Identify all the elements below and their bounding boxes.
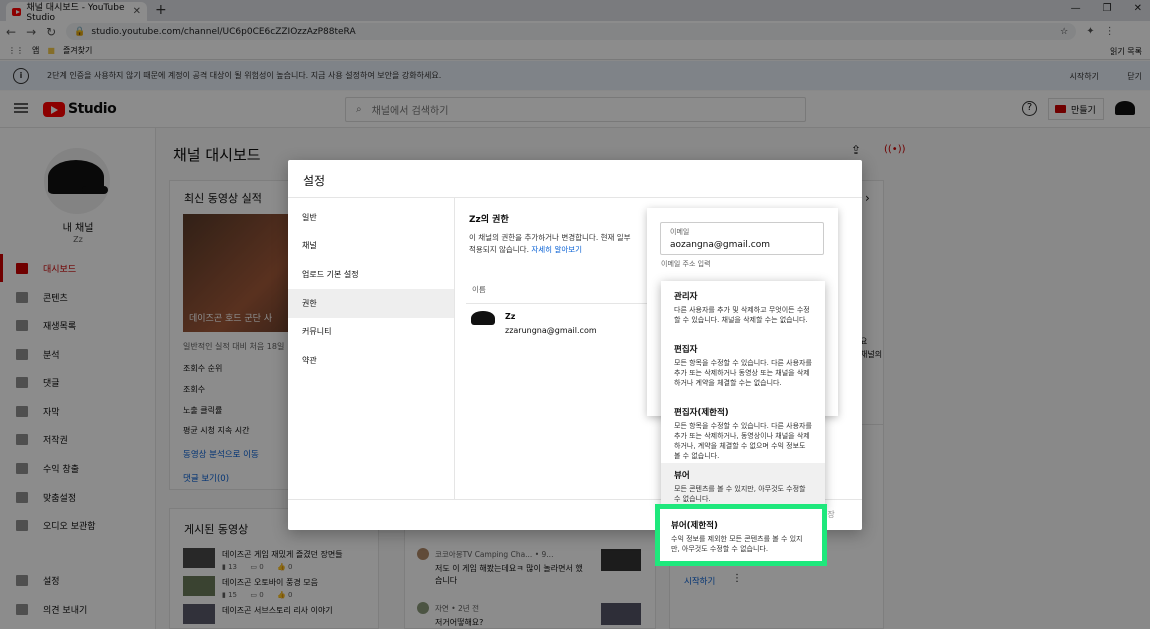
user-email: zzarungna@gmail.com (505, 326, 597, 335)
settings-tab-general[interactable]: 일반 (288, 203, 454, 232)
role-desc: 모든 콘텐츠를 볼 수 있지만, 아무것도 수정할 수 없습니다. (674, 485, 806, 503)
role-desc: 수익 정보를 제외한 모든 콘텐츠를 볼 수 있지만, 아무것도 수정할 수 없… (671, 535, 803, 553)
role-option-manager[interactable]: 관리자 다른 사용자를 추가 및 삭제하고 무엇이든 수정할 수 있습니다. 채… (661, 290, 825, 325)
settings-tab-upload-defaults[interactable]: 업로드 기본 설정 (288, 260, 454, 289)
email-value: aozangna@gmail.com (670, 240, 770, 250)
role-title: 뷰어(제한적) (671, 521, 718, 531)
role-option-limited-editor[interactable]: 편집자(제한적) 모든 항목을 수정할 수 있습니다. 다른 사용자를 추가 또… (661, 406, 825, 461)
role-option-limited-viewer[interactable]: 뷰어(제한적) 수익 정보를 제외한 모든 콘텐츠를 볼 수 있지만, 아무것도… (655, 504, 827, 566)
email-hint: 이메일 주소 입력 (661, 260, 711, 268)
role-title: 관리자 (674, 292, 698, 302)
role-title: 뷰어 (674, 471, 690, 481)
user-name: Zz (505, 312, 516, 321)
permissions-title: Zz의 권한 (469, 215, 509, 225)
role-title: 편집자 (674, 345, 698, 355)
permissions-desc: 이 채널의 권한을 추가하거나 변경합니다. 현재 일부 적용되지 않습니다. … (469, 232, 649, 256)
settings-nav: 일반 채널 업로드 기본 설정 권한 커뮤니티 약관 (288, 198, 455, 499)
role-option-editor[interactable]: 편집자 모든 항목을 수정할 수 있습니다. 다른 사용자를 추가 또는 삭제하… (661, 343, 825, 388)
role-desc: 모든 항목을 수정할 수 있습니다. 다른 사용자를 추가 또는 삭제하거나, … (674, 422, 812, 460)
desc-line: 적용되지 않습니다. (469, 245, 529, 254)
desc-line: 이 채널의 권한을 추가하거나 변경합니다. 현재 일부 (469, 233, 631, 242)
email-field[interactable]: 이메일 aozangna@gmail.com (660, 222, 824, 255)
role-desc: 다른 사용자를 추가 및 삭제하고 무엇이든 수정할 수 있습니다. 채널을 삭… (674, 306, 810, 324)
divider (466, 303, 666, 304)
learn-more-link[interactable]: 자세히 알아보기 (531, 245, 582, 254)
role-option-viewer[interactable]: 뷰어 모든 콘텐츠를 볼 수 있지만, 아무것도 수정할 수 없습니다. (661, 463, 825, 509)
column-header-name: 이름 (472, 285, 486, 294)
settings-tab-community[interactable]: 커뮤니티 (288, 317, 454, 346)
email-label: 이메일 (670, 228, 690, 236)
dialog-title: 설정 (303, 174, 326, 188)
role-dropdown: 관리자 다른 사용자를 추가 및 삭제하고 무엇이든 수정할 수 있습니다. 채… (661, 281, 825, 509)
role-title: 편집자(제한적) (674, 408, 729, 418)
user-avatar (471, 311, 495, 325)
settings-tab-permissions[interactable]: 권한 (288, 289, 454, 318)
settings-tab-channel[interactable]: 채널 (288, 231, 454, 260)
role-desc: 모든 항목을 수정할 수 있습니다. 다른 사용자를 추가 또는 삭제하거나 동… (674, 359, 812, 387)
settings-tab-agreements[interactable]: 약관 (288, 346, 454, 375)
